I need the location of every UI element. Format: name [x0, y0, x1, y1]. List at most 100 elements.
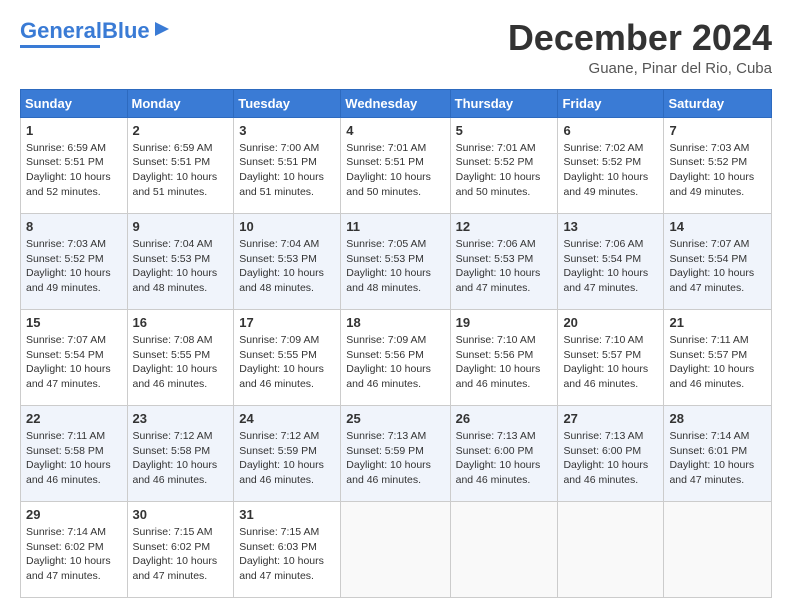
sunset-text: Sunset: 5:52 PM	[456, 156, 534, 168]
daylight-label: Daylight: 10 hours and 47 minutes.	[456, 267, 541, 294]
table-row: 26 Sunrise: 7:13 AM Sunset: 6:00 PM Dayl…	[450, 405, 558, 501]
daylight-label: Daylight: 10 hours and 47 minutes.	[239, 555, 324, 582]
table-row: 28 Sunrise: 7:14 AM Sunset: 6:01 PM Dayl…	[664, 405, 772, 501]
sunset-text: Sunset: 5:52 PM	[563, 156, 641, 168]
table-row: 7 Sunrise: 7:03 AM Sunset: 5:52 PM Dayli…	[664, 117, 772, 213]
sunset-text: Sunset: 5:59 PM	[239, 445, 317, 457]
table-row: 2 Sunrise: 6:59 AM Sunset: 5:51 PM Dayli…	[127, 117, 234, 213]
day-number: 23	[133, 410, 229, 428]
sunset-text: Sunset: 5:56 PM	[346, 349, 424, 361]
day-number: 9	[133, 218, 229, 236]
sunrise-text: Sunrise: 7:13 AM	[563, 430, 643, 442]
daylight-label: Daylight: 10 hours and 47 minutes.	[133, 555, 218, 582]
table-row	[341, 501, 450, 597]
day-number: 19	[456, 314, 553, 332]
table-row: 24 Sunrise: 7:12 AM Sunset: 5:59 PM Dayl…	[234, 405, 341, 501]
sunrise-text: Sunrise: 7:05 AM	[346, 238, 426, 250]
daylight-label: Daylight: 10 hours and 46 minutes.	[133, 363, 218, 390]
sunrise-text: Sunrise: 7:07 AM	[26, 334, 106, 346]
sunrise-text: Sunrise: 6:59 AM	[26, 142, 106, 154]
sunrise-text: Sunrise: 7:08 AM	[133, 334, 213, 346]
daylight-label: Daylight: 10 hours and 47 minutes.	[669, 459, 754, 486]
calendar-header-row: Sunday Monday Tuesday Wednesday Thursday…	[21, 89, 772, 117]
sunset-text: Sunset: 5:54 PM	[669, 253, 747, 265]
sunrise-text: Sunrise: 7:04 AM	[239, 238, 319, 250]
day-number: 14	[669, 218, 766, 236]
daylight-label: Daylight: 10 hours and 49 minutes.	[26, 267, 111, 294]
logo-general: General	[20, 18, 102, 43]
day-number: 26	[456, 410, 553, 428]
table-row: 10 Sunrise: 7:04 AM Sunset: 5:53 PM Dayl…	[234, 213, 341, 309]
sunset-text: Sunset: 6:00 PM	[456, 445, 534, 457]
sunrise-text: Sunrise: 7:07 AM	[669, 238, 749, 250]
day-number: 25	[346, 410, 444, 428]
daylight-label: Daylight: 10 hours and 52 minutes.	[26, 171, 111, 198]
sunset-text: Sunset: 5:53 PM	[133, 253, 211, 265]
day-number: 6	[563, 122, 658, 140]
sunrise-text: Sunrise: 7:04 AM	[133, 238, 213, 250]
day-number: 16	[133, 314, 229, 332]
sunrise-text: Sunrise: 7:13 AM	[346, 430, 426, 442]
sunrise-text: Sunrise: 7:01 AM	[346, 142, 426, 154]
day-number: 24	[239, 410, 335, 428]
daylight-label: Daylight: 10 hours and 46 minutes.	[669, 363, 754, 390]
table-row: 13 Sunrise: 7:06 AM Sunset: 5:54 PM Dayl…	[558, 213, 664, 309]
day-number: 31	[239, 506, 335, 524]
month-title: December 2024	[508, 18, 772, 58]
day-number: 13	[563, 218, 658, 236]
day-number: 27	[563, 410, 658, 428]
sunset-text: Sunset: 6:02 PM	[133, 541, 211, 553]
daylight-label: Daylight: 10 hours and 47 minutes.	[563, 267, 648, 294]
table-row: 30 Sunrise: 7:15 AM Sunset: 6:02 PM Dayl…	[127, 501, 234, 597]
sunrise-text: Sunrise: 7:00 AM	[239, 142, 319, 154]
daylight-label: Daylight: 10 hours and 46 minutes.	[26, 459, 111, 486]
col-friday: Friday	[558, 89, 664, 117]
col-tuesday: Tuesday	[234, 89, 341, 117]
daylight-label: Daylight: 10 hours and 48 minutes.	[133, 267, 218, 294]
daylight-label: Daylight: 10 hours and 46 minutes.	[239, 363, 324, 390]
sunset-text: Sunset: 5:54 PM	[563, 253, 641, 265]
sunrise-text: Sunrise: 7:12 AM	[239, 430, 319, 442]
day-number: 29	[26, 506, 122, 524]
sunset-text: Sunset: 5:54 PM	[26, 349, 104, 361]
sunrise-text: Sunrise: 7:03 AM	[669, 142, 749, 154]
day-number: 22	[26, 410, 122, 428]
day-number: 10	[239, 218, 335, 236]
day-number: 28	[669, 410, 766, 428]
daylight-label: Daylight: 10 hours and 51 minutes.	[133, 171, 218, 198]
sunset-text: Sunset: 6:03 PM	[239, 541, 317, 553]
table-row: 17 Sunrise: 7:09 AM Sunset: 5:55 PM Dayl…	[234, 309, 341, 405]
day-number: 12	[456, 218, 553, 236]
sunset-text: Sunset: 5:52 PM	[26, 253, 104, 265]
sunrise-text: Sunrise: 7:10 AM	[563, 334, 643, 346]
table-row: 15 Sunrise: 7:07 AM Sunset: 5:54 PM Dayl…	[21, 309, 128, 405]
table-row	[450, 501, 558, 597]
table-row: 5 Sunrise: 7:01 AM Sunset: 5:52 PM Dayli…	[450, 117, 558, 213]
col-sunday: Sunday	[21, 89, 128, 117]
calendar-week-row: 22 Sunrise: 7:11 AM Sunset: 5:58 PM Dayl…	[21, 405, 772, 501]
table-row: 1 Sunrise: 6:59 AM Sunset: 5:51 PM Dayli…	[21, 117, 128, 213]
daylight-label: Daylight: 10 hours and 47 minutes.	[669, 267, 754, 294]
sunrise-text: Sunrise: 7:03 AM	[26, 238, 106, 250]
sunset-text: Sunset: 5:51 PM	[133, 156, 211, 168]
sunrise-text: Sunrise: 7:10 AM	[456, 334, 536, 346]
day-number: 18	[346, 314, 444, 332]
logo: GeneralBlue	[20, 18, 171, 48]
logo-underline	[20, 45, 100, 48]
table-row: 14 Sunrise: 7:07 AM Sunset: 5:54 PM Dayl…	[664, 213, 772, 309]
location: Guane, Pinar del Rio, Cuba	[508, 60, 772, 77]
calendar-week-row: 8 Sunrise: 7:03 AM Sunset: 5:52 PM Dayli…	[21, 213, 772, 309]
col-monday: Monday	[127, 89, 234, 117]
sunset-text: Sunset: 5:57 PM	[669, 349, 747, 361]
table-row: 27 Sunrise: 7:13 AM Sunset: 6:00 PM Dayl…	[558, 405, 664, 501]
table-row: 23 Sunrise: 7:12 AM Sunset: 5:58 PM Dayl…	[127, 405, 234, 501]
sunset-text: Sunset: 5:51 PM	[239, 156, 317, 168]
sunrise-text: Sunrise: 7:06 AM	[563, 238, 643, 250]
sunset-text: Sunset: 5:51 PM	[346, 156, 424, 168]
sunset-text: Sunset: 5:53 PM	[456, 253, 534, 265]
sunset-text: Sunset: 5:52 PM	[669, 156, 747, 168]
daylight-label: Daylight: 10 hours and 46 minutes.	[346, 363, 431, 390]
sunset-text: Sunset: 5:58 PM	[133, 445, 211, 457]
table-row: 6 Sunrise: 7:02 AM Sunset: 5:52 PM Dayli…	[558, 117, 664, 213]
sunset-text: Sunset: 5:55 PM	[133, 349, 211, 361]
